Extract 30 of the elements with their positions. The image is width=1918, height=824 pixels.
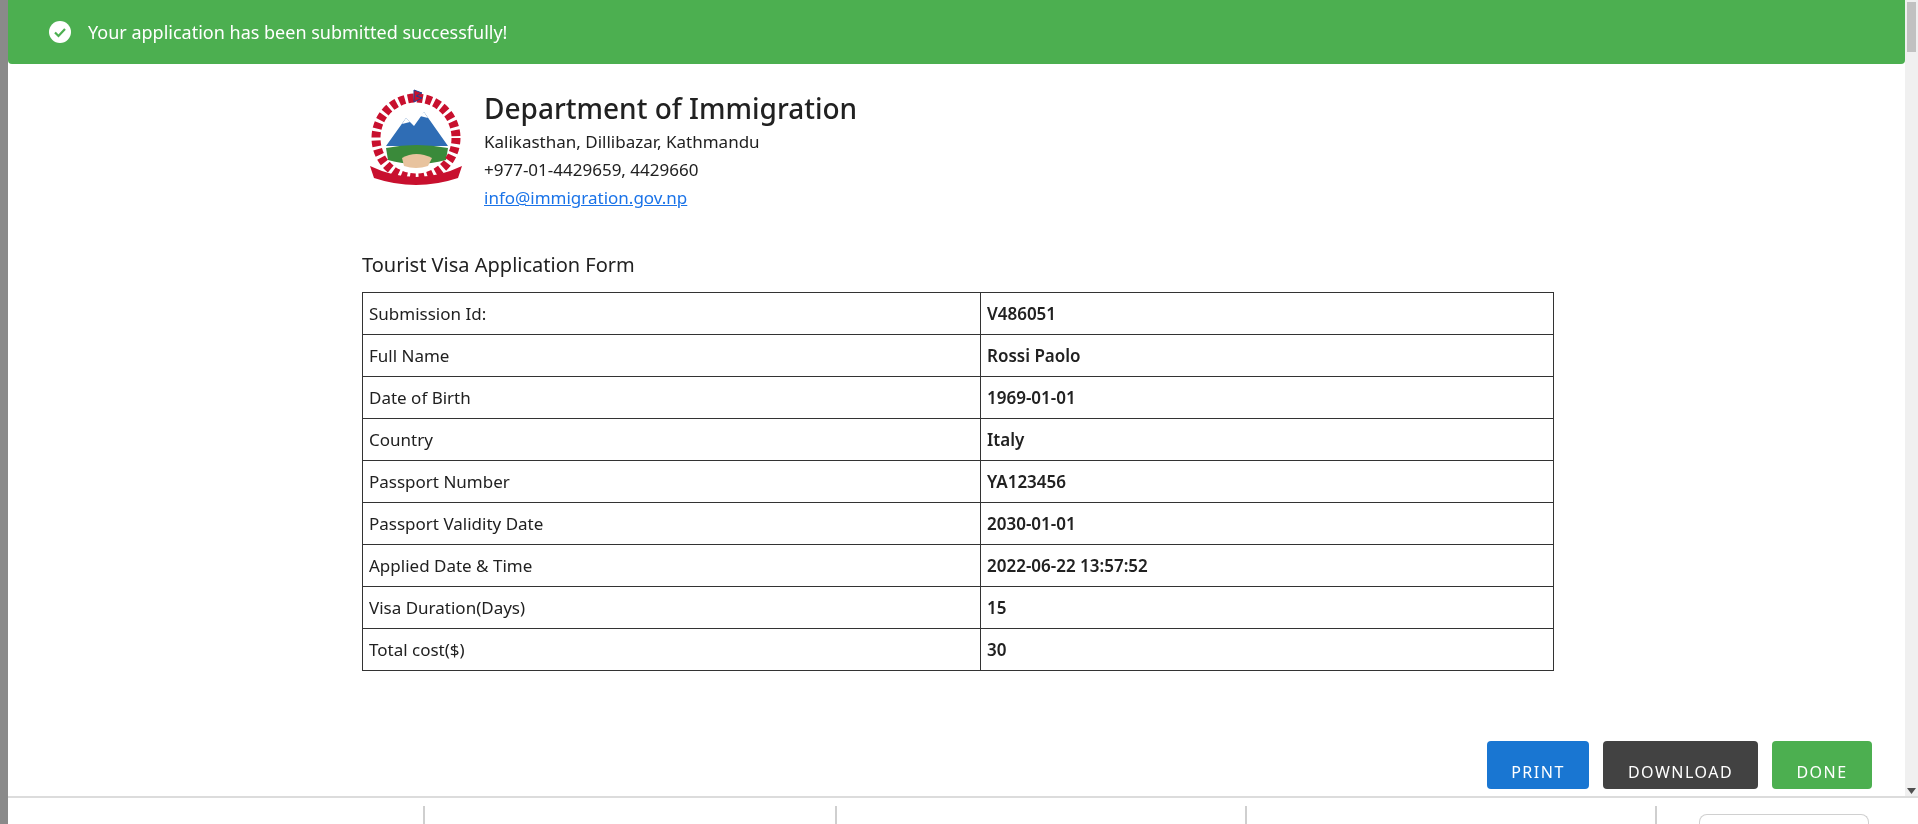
field-label: Country bbox=[362, 418, 981, 461]
form-title: Tourist Visa Application Form bbox=[362, 250, 636, 280]
email-link[interactable]: info@immigration.gov.np bbox=[484, 184, 688, 212]
field-value: Italy bbox=[980, 418, 1554, 461]
field-value: V486051 bbox=[980, 292, 1554, 335]
field-value: 30 bbox=[980, 628, 1554, 671]
field-value: 2022-06-22 13:57:52 bbox=[980, 544, 1554, 587]
field-label: Date of Birth bbox=[362, 376, 981, 419]
field-label: Passport Validity Date bbox=[362, 502, 981, 545]
success-message: Your application has been submitted successfully! bbox=[88, 18, 508, 46]
field-label: Passport Number bbox=[362, 460, 981, 503]
field-value: 1969-01-01 bbox=[980, 376, 1554, 419]
field-value: YA123456 bbox=[980, 460, 1554, 503]
field-label: Total cost($) bbox=[362, 628, 981, 671]
office-phone: +977-01-4429659, 4429660 bbox=[484, 157, 700, 183]
office-address: Kalikasthan, Dillibazar, Kathmandu bbox=[484, 129, 761, 155]
field-label: Applied Date & Time bbox=[362, 544, 981, 587]
field-value: Rossi Paolo bbox=[980, 334, 1554, 377]
action-button[interactable]: PRINT bbox=[1487, 741, 1589, 789]
field-label: Visa Duration(Days) bbox=[362, 586, 981, 629]
field-value: 2030-01-01 bbox=[980, 502, 1554, 545]
check-circle-icon bbox=[48, 20, 72, 44]
action-button[interactable]: DOWNLOAD bbox=[1603, 741, 1758, 789]
scroll-down-icon[interactable] bbox=[1907, 788, 1916, 794]
field-value: 15 bbox=[980, 586, 1554, 629]
field-label: Submission Id: bbox=[362, 292, 981, 335]
action-button[interactable]: DONE bbox=[1772, 741, 1872, 789]
office-name: Department of Immigration bbox=[484, 88, 858, 128]
scrollbar-thumb[interactable] bbox=[1907, 2, 1916, 52]
field-label: Full Name bbox=[362, 334, 981, 377]
